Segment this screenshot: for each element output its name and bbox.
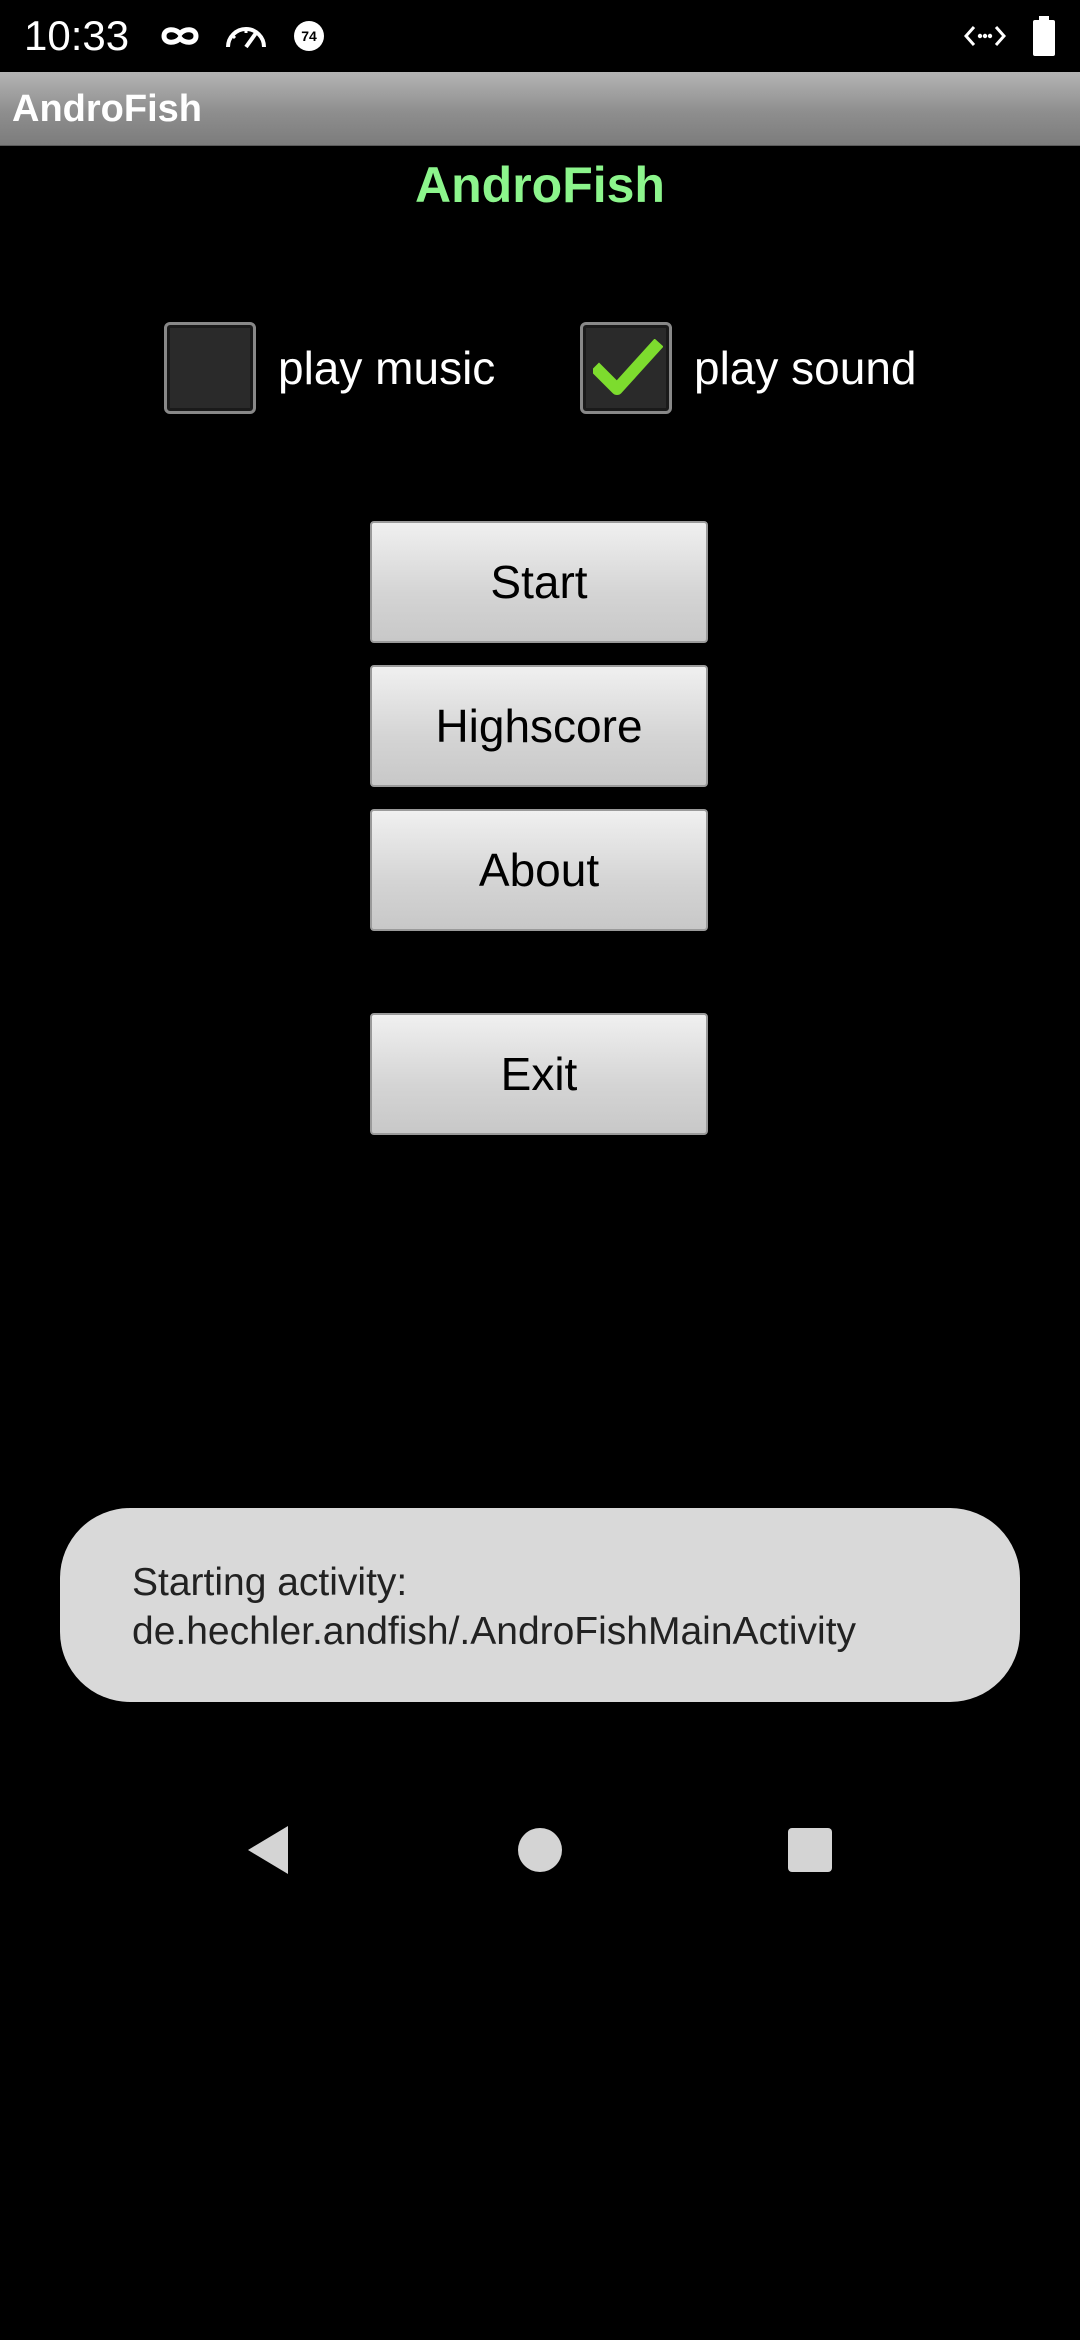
toast-line-2: de.hechler.andfish/.AndroFishMainActivit… [132, 1610, 857, 1653]
recents-button[interactable] [770, 1810, 850, 1890]
play-music-checkbox[interactable] [164, 322, 256, 414]
play-music-checkbox-row[interactable]: play music [164, 322, 495, 414]
toast-line-1: Starting activity: [132, 1561, 408, 1604]
play-music-label[interactable]: play music [278, 341, 495, 395]
back-button[interactable] [228, 1810, 308, 1890]
checkmark-icon [593, 339, 663, 395]
code-arrows-icon [964, 23, 1006, 49]
exit-button[interactable]: Exit [370, 1013, 708, 1135]
status-time: 10:33 [24, 12, 130, 59]
action-bar: AndroFish [0, 72, 1080, 146]
toast-message: Starting activity: de.hechler.andfish/.A… [60, 1508, 1020, 1702]
back-icon [248, 1826, 288, 1874]
status-bar: 10:33 74 [0, 0, 1080, 72]
speedometer-icon [224, 21, 268, 51]
badge-number: 74 [301, 28, 317, 44]
app-title: AndroFish [415, 157, 665, 213]
start-button[interactable]: Start [370, 521, 708, 643]
status-icons-left: 74 [160, 14, 326, 58]
status-icons-right [964, 14, 1056, 58]
incognito-icon [160, 23, 200, 49]
play-sound-checkbox-row[interactable]: play sound [580, 322, 917, 414]
play-sound-checkbox[interactable] [580, 322, 672, 414]
home-button[interactable] [500, 1810, 580, 1890]
highscore-button[interactable]: Highscore [370, 665, 708, 787]
home-icon [518, 1828, 562, 1872]
action-bar-title: AndroFish [12, 88, 202, 130]
play-sound-label[interactable]: play sound [694, 341, 917, 395]
recents-icon [788, 1828, 832, 1872]
battery-icon [1032, 16, 1056, 56]
navigation-bar [0, 1810, 1080, 1890]
about-button[interactable]: About [370, 809, 708, 931]
badge-74-icon: 74 [292, 19, 326, 53]
